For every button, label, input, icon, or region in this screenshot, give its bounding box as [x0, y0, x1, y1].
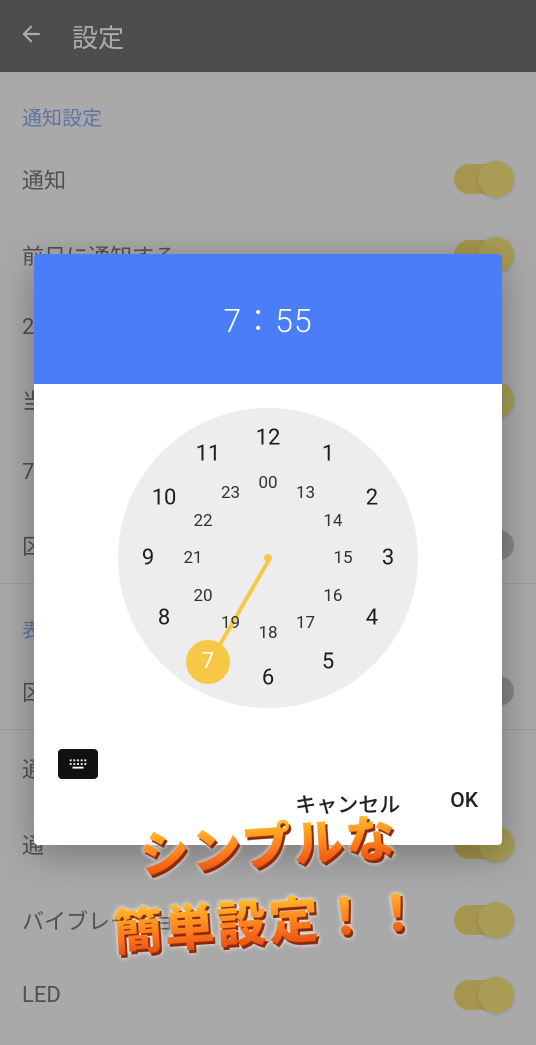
dialog-actions: キャンセル OK [285, 781, 488, 827]
clock-hour-14[interactable]: 14 [323, 511, 342, 531]
clock-hour-19[interactable]: 19 [221, 613, 240, 633]
clock-hour-20[interactable]: 20 [193, 586, 212, 606]
ok-button[interactable]: OK [440, 781, 488, 827]
cancel-button[interactable]: キャンセル [285, 781, 410, 827]
clock-hour-1[interactable]: 1 [322, 442, 334, 467]
clock-hour-00[interactable]: 00 [258, 473, 277, 493]
clock-hour-3[interactable]: 3 [382, 546, 394, 571]
clock-hour-8[interactable]: 8 [158, 606, 170, 631]
clock-hour-4[interactable]: 4 [366, 606, 378, 631]
clock-hour-15[interactable]: 15 [333, 548, 352, 568]
clock-hour-16[interactable]: 16 [323, 586, 342, 606]
clock-hour-5[interactable]: 5 [322, 649, 334, 674]
clock-hour-9[interactable]: 9 [142, 546, 154, 571]
dialog-header: 7：55 [34, 254, 502, 384]
clock-hour-6[interactable]: 6 [262, 666, 274, 691]
clock-hour-22[interactable]: 22 [193, 511, 212, 531]
clock-hour-21[interactable]: 21 [183, 548, 202, 568]
keyboard-icon[interactable] [58, 749, 98, 779]
dialog-body: 7 12123456891011001314151617181920212223 [34, 384, 502, 845]
clock-hour-23[interactable]: 23 [221, 483, 240, 503]
clock-face[interactable]: 7 12123456891011001314151617181920212223 [118, 408, 418, 708]
clock-hour-18[interactable]: 18 [258, 623, 277, 643]
clock-selected-hour[interactable]: 7 [186, 640, 230, 684]
clock-hour-17[interactable]: 17 [296, 613, 315, 633]
time-display[interactable]: 7：55 [223, 296, 312, 342]
clock-hour-12[interactable]: 12 [256, 426, 281, 451]
time-picker-dialog: 7：55 7 121234568910110013141516171819202… [34, 254, 502, 845]
clock-hour-11[interactable]: 11 [196, 442, 221, 467]
clock-hour-13[interactable]: 13 [296, 483, 315, 503]
clock-hour-10[interactable]: 10 [152, 486, 177, 511]
clock-hour-2[interactable]: 2 [366, 486, 378, 511]
